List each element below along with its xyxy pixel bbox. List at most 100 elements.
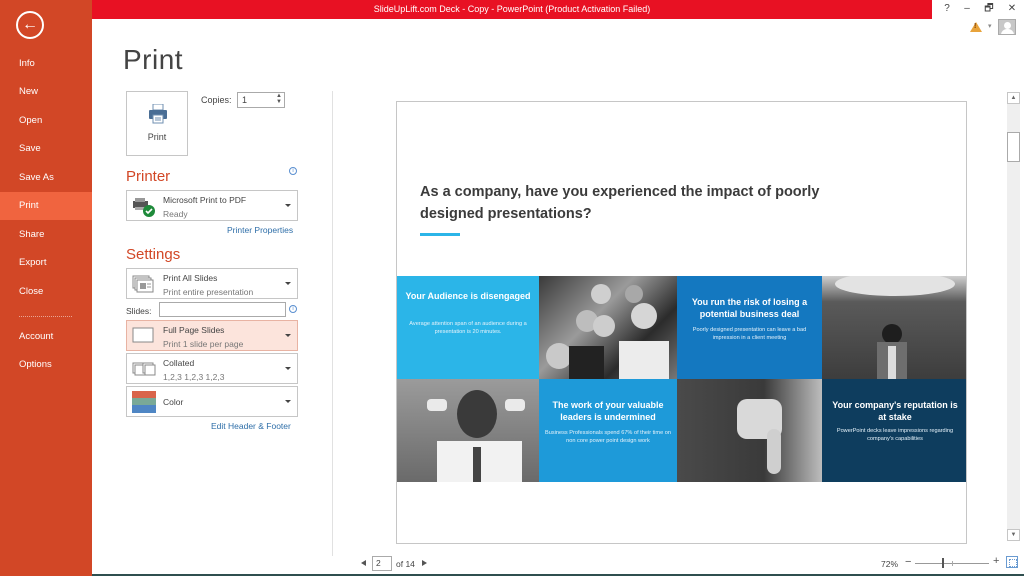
tile-title: Your Audience is disengaged: [405, 291, 531, 301]
chevron-down-icon: [285, 203, 291, 207]
man-covering-ears-photo: [397, 379, 539, 482]
print-range-dropdown[interactable]: Print All Slides Print entire presentati…: [126, 268, 298, 299]
backstage-nav: ← Info New Open Save Save As Print Share…: [0, 0, 92, 576]
scroll-down-button[interactable]: ▼: [1007, 529, 1020, 541]
heading-underline: [420, 233, 460, 236]
collation-dropdown[interactable]: Collated 1,2,3 1,2,3 1,2,3: [126, 353, 298, 384]
tile-losing-business-deal: You run the risk of losing a potential b…: [677, 276, 822, 379]
page-number-input[interactable]: 2: [372, 556, 392, 571]
nav-item-close[interactable]: Close: [0, 278, 92, 306]
tile-title: Your company's reputation is at stake: [832, 400, 958, 422]
page-count: of 14: [396, 559, 415, 569]
printer-info-icon[interactable]: i: [289, 167, 297, 175]
copies-spinner[interactable]: ▲ ▼: [276, 93, 282, 105]
print-range-title: Print All Slides: [163, 273, 218, 283]
restore-button[interactable]: 🗗: [980, 0, 998, 19]
tile-leaders-undermined: The work of your valuable leaders is und…: [539, 379, 677, 482]
panel-divider: [332, 91, 333, 556]
edit-header-footer-link[interactable]: Edit Header & Footer: [211, 421, 291, 431]
powerpoint-print-backstage: ← Info New Open Save Save As Print Share…: [0, 0, 1024, 576]
stressed-man-art: [835, 276, 955, 379]
minimize-button[interactable]: –: [958, 0, 976, 19]
copies-value: 1: [242, 95, 248, 105]
zoom-percent[interactable]: 72%: [881, 559, 898, 569]
scroll-thumb[interactable]: [1007, 132, 1020, 162]
slides-stack-icon: [132, 275, 154, 293]
slides-label: Slides:: [126, 306, 152, 316]
nav-item-print[interactable]: Print: [0, 192, 92, 220]
close-button[interactable]: ✕: [1003, 0, 1021, 19]
zoom-to-page-icon[interactable]: [1006, 556, 1018, 568]
scroll-up-button[interactable]: ▲: [1007, 92, 1020, 104]
back-button[interactable]: ←: [16, 11, 44, 39]
nav-item-info[interactable]: Info: [0, 50, 92, 78]
zoom-slider-thumb[interactable]: [942, 558, 944, 568]
settings-heading: Settings: [126, 246, 181, 263]
thumbs-down-art: [737, 399, 782, 474]
collation-title: Collated: [163, 358, 195, 368]
tile-title: You run the risk of losing a potential b…: [691, 297, 808, 319]
layout-subtitle: Print 1 slide per page: [163, 339, 244, 349]
nav-item-export[interactable]: Export: [0, 249, 92, 277]
back-arrow-icon: ←: [22, 16, 38, 33]
nav-item-open[interactable]: Open: [0, 107, 92, 135]
full-page-icon: [132, 327, 154, 343]
layout-dropdown[interactable]: Full Page Slides Print 1 slide per page: [126, 320, 298, 351]
nav-item-save[interactable]: Save: [0, 135, 92, 163]
printer-name: Microsoft Print to PDF: [163, 195, 247, 205]
man-covering-ears-art: [427, 390, 525, 482]
copies-label: Copies:: [201, 95, 232, 105]
printer-properties-link[interactable]: Printer Properties: [227, 225, 293, 235]
copies-input[interactable]: 1 ▲ ▼: [237, 92, 285, 108]
tile-reputation-at-stake: Your company's reputation is at stake Po…: [822, 379, 966, 482]
printer-heading: Printer: [126, 168, 171, 185]
zoom-slider-midmark: [952, 561, 953, 566]
print-button[interactable]: Print: [126, 91, 188, 156]
print-range-subtitle: Print entire presentation: [163, 287, 254, 297]
page-title: Print: [123, 44, 184, 75]
nav-separator: [19, 316, 72, 317]
slide-heading: As a company, have you experienced the i…: [420, 184, 820, 222]
color-dropdown[interactable]: Color: [126, 386, 298, 417]
layout-title: Full Page Slides: [163, 325, 225, 335]
vertical-scrollbar[interactable]: ▲ ▼: [1007, 92, 1020, 541]
warning-dropdown-icon[interactable]: ▾: [988, 22, 992, 30]
nav-item-save-as[interactable]: Save As: [0, 164, 92, 192]
nav-item-new[interactable]: New: [0, 78, 92, 106]
slides-info-icon[interactable]: i: [289, 305, 297, 313]
printer-ready-icon: [133, 198, 155, 217]
tile-audience-disengaged: Your Audience is disengaged Average atte…: [397, 276, 539, 379]
previous-page-button[interactable]: [361, 560, 366, 566]
printer-dropdown[interactable]: Microsoft Print to PDF Ready: [126, 190, 298, 221]
printer-icon: [149, 104, 167, 124]
tile-title: The work of your valuable leaders is und…: [552, 400, 664, 422]
tile-body: Business Professionals spend 67% of thei…: [545, 430, 671, 444]
title-bar: SlideUpLift.com Deck - Copy - PowerPoint…: [92, 0, 932, 19]
print-button-label: Print: [147, 132, 167, 142]
chevron-down-icon: [285, 281, 291, 285]
thumbs-down-photo: [677, 379, 822, 482]
slides-input[interactable]: [159, 302, 286, 317]
color-icon: [132, 391, 156, 413]
window-title: SlideUpLift.com Deck - Copy - PowerPoint…: [373, 4, 651, 14]
collated-icon: [132, 362, 156, 376]
next-page-button[interactable]: [422, 560, 427, 566]
warning-icon[interactable]: !: [970, 22, 982, 32]
slide-preview: As a company, have you experienced the i…: [396, 101, 967, 544]
tile-body: Average attention span of an audience du…: [409, 321, 527, 335]
chevron-down-icon: [285, 399, 291, 403]
stressed-man-photo: [822, 276, 966, 379]
zoom-out-button[interactable]: −: [905, 556, 911, 568]
zoom-in-button[interactable]: +: [993, 555, 999, 567]
collation-subtitle: 1,2,3 1,2,3 1,2,3: [163, 372, 225, 382]
tile-body: PowerPoint decks leave impressions regar…: [836, 428, 954, 442]
chevron-down-icon: [285, 366, 291, 370]
nav-item-options[interactable]: Options: [0, 351, 92, 379]
nav-item-account[interactable]: Account: [0, 323, 92, 351]
color-title: Color: [163, 397, 184, 407]
help-button[interactable]: ?: [938, 0, 956, 19]
nav-item-share[interactable]: Share: [0, 221, 92, 249]
chevron-down-icon: [285, 333, 291, 337]
tile-body: Poorly designed presentation can leave a…: [692, 327, 807, 341]
user-avatar[interactable]: [998, 19, 1016, 35]
